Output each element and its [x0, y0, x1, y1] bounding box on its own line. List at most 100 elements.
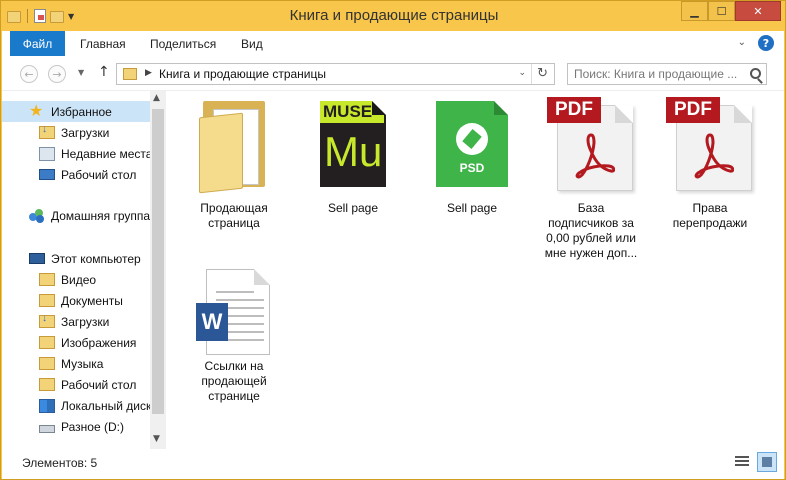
breadcrumb[interactable]: Книга и продающие страницы	[159, 67, 326, 81]
explorer-window: ▼ Книга и продающие страницы ▁ ☐ ✕ Файл …	[0, 0, 786, 480]
nav-item-this-pc[interactable]: Этот компьютер	[2, 248, 141, 269]
help-icon[interactable]: ?	[758, 35, 774, 51]
address-bar[interactable]: ▶ Книга и продающие страницы ⌄ ↻	[116, 63, 555, 85]
downloads-folder-icon	[39, 313, 55, 328]
status-bar: Элементов: 5	[2, 449, 784, 479]
file-label: Sell page	[446, 201, 498, 215]
nav-item-drive-d[interactable]: Разное (D:)	[2, 416, 124, 437]
nav-item-label: Изображения	[61, 335, 137, 350]
pictures-folder-icon	[39, 336, 55, 349]
homegroup-icon	[29, 208, 45, 223]
nav-item-music[interactable]: Музыка	[2, 353, 103, 374]
nav-item-label: Избранное	[51, 104, 112, 119]
maximize-button[interactable]: ☐	[708, 1, 735, 21]
file-label: Ссылки на продающей странице	[201, 359, 267, 403]
nav-item-downloads-pc[interactable]: Загрузки	[2, 311, 109, 332]
folder-icon	[123, 68, 137, 80]
nav-item-recent-places[interactable]: Недавние места	[2, 143, 152, 164]
close-button[interactable]: ✕	[735, 1, 781, 21]
back-button[interactable]: ←	[20, 65, 38, 83]
acrobat-icon	[694, 133, 734, 179]
computer-icon	[29, 253, 45, 264]
scrollbar-thumb[interactable]	[152, 109, 164, 414]
navigation-scrollbar[interactable]: ▲ ▼	[150, 91, 166, 449]
nav-item-homegroup[interactable]: Домашняя группа	[2, 205, 150, 226]
file-label: Sell page	[327, 201, 379, 215]
nav-item-label: Домашняя группа	[51, 208, 151, 223]
documents-folder-icon	[39, 294, 55, 307]
nav-item-label: Рабочий стол	[61, 167, 137, 182]
local-disk-icon	[39, 398, 55, 413]
muse-file-icon: MUSE Mu	[320, 101, 386, 187]
nav-item-label: Рабочий стол	[61, 377, 137, 392]
psd-badge: PSD	[459, 161, 485, 175]
navigation-bar: ← → ▼ ↑ ▶ Книга и продающие страницы ⌄ ↻…	[2, 56, 784, 91]
nav-item-desktop-pc[interactable]: Рабочий стол	[2, 374, 136, 395]
music-folder-icon	[39, 357, 55, 370]
up-arrow-icon[interactable]: ↑	[98, 64, 110, 80]
videos-folder-icon	[39, 273, 55, 286]
nav-item-label: Загрузки	[61, 314, 110, 329]
window-title: Книга и продающие страницы	[289, 7, 499, 24]
desktop-icon	[39, 169, 55, 180]
file-item[interactable]: W Ссылки на продающей странице	[184, 263, 284, 423]
search-placeholder: Поиск: Книга и продающие ...	[574, 67, 738, 81]
tab-home[interactable]: Главная	[80, 31, 126, 56]
item-count: Элементов: 5	[22, 456, 98, 470]
nav-item-downloads[interactable]: Загрузки	[2, 122, 109, 143]
folder-icon	[199, 99, 269, 194]
refresh-icon[interactable]: ↻	[537, 66, 548, 81]
acrobat-icon	[575, 133, 615, 179]
details-view-icon[interactable]	[735, 454, 751, 470]
word-file-icon: W	[196, 269, 272, 357]
scroll-down-icon[interactable]: ▼	[153, 434, 160, 444]
file-item[interactable]: PDF Права перепродажи	[660, 91, 760, 251]
file-list: Продающая страница MUSE Mu Sell page PSD	[172, 91, 784, 449]
file-item[interactable]: PSD Sell page	[422, 91, 522, 251]
scroll-up-icon[interactable]: ▲	[153, 93, 160, 103]
nav-item-favorites[interactable]: ★ Избранное	[2, 101, 150, 122]
ribbon-tabs: Файл Главная Поделиться Вид ⌄ ?	[2, 31, 784, 56]
recent-places-icon	[39, 146, 55, 161]
recent-locations-dropdown-icon[interactable]: ▼	[78, 68, 84, 77]
expand-ribbon-chevron-icon[interactable]: ⌄	[738, 37, 746, 48]
file-label: Права перепродажи	[672, 201, 748, 230]
large-icons-view-icon[interactable]	[757, 452, 777, 472]
file-item[interactable]: MUSE Mu Sell page	[303, 91, 403, 251]
forward-button[interactable]: →	[48, 65, 66, 83]
pdf-badge: PDF	[547, 97, 601, 123]
file-item[interactable]: PDF База подписчиков за 0,00 рублей или …	[541, 91, 641, 266]
pdf-badge: PDF	[666, 97, 720, 123]
nav-item-label: Видео	[61, 272, 97, 287]
muse-mark: Mu	[324, 128, 383, 175]
file-label: Продающая страница	[200, 201, 268, 230]
nav-item-label: Локальный диск	[61, 398, 152, 413]
nav-item-label: Недавние места	[61, 146, 153, 161]
pdf-file-icon: PDF	[547, 97, 635, 193]
main-area: ★ Избранное Загрузки Недавние места Рабо…	[2, 91, 784, 449]
navigation-pane: ★ Избранное Загрузки Недавние места Рабо…	[2, 91, 167, 449]
nav-item-videos[interactable]: Видео	[2, 269, 96, 290]
nav-item-label: Этот компьютер	[51, 251, 141, 266]
nav-item-pictures[interactable]: Изображения	[2, 332, 136, 353]
downloads-folder-icon	[39, 124, 55, 139]
address-dropdown-icon[interactable]: ⌄	[518, 68, 526, 78]
search-input[interactable]: Поиск: Книга и продающие ...	[567, 63, 767, 85]
breadcrumb-chevron-icon[interactable]: ▶	[145, 68, 152, 78]
pdf-file-icon: PDF	[666, 97, 754, 193]
address-divider	[531, 64, 532, 84]
minimize-button[interactable]: ▁	[681, 1, 708, 21]
tab-view[interactable]: Вид	[241, 31, 263, 56]
file-item[interactable]: Продающая страница	[184, 91, 284, 251]
nav-item-documents[interactable]: Документы	[2, 290, 123, 311]
title-bar: ▼ Книга и продающие страницы ▁ ☐ ✕	[1, 1, 786, 31]
tab-share[interactable]: Поделиться	[150, 31, 216, 56]
search-icon[interactable]	[750, 68, 761, 79]
drive-icon	[39, 424, 55, 433]
word-badge: W	[196, 303, 228, 341]
nav-item-desktop[interactable]: Рабочий стол	[2, 164, 136, 185]
psd-file-icon: PSD	[436, 101, 508, 187]
nav-item-local-disk[interactable]: Локальный диск	[2, 395, 151, 416]
tab-file[interactable]: Файл	[10, 31, 65, 56]
nav-item-label: Документы	[61, 293, 123, 308]
